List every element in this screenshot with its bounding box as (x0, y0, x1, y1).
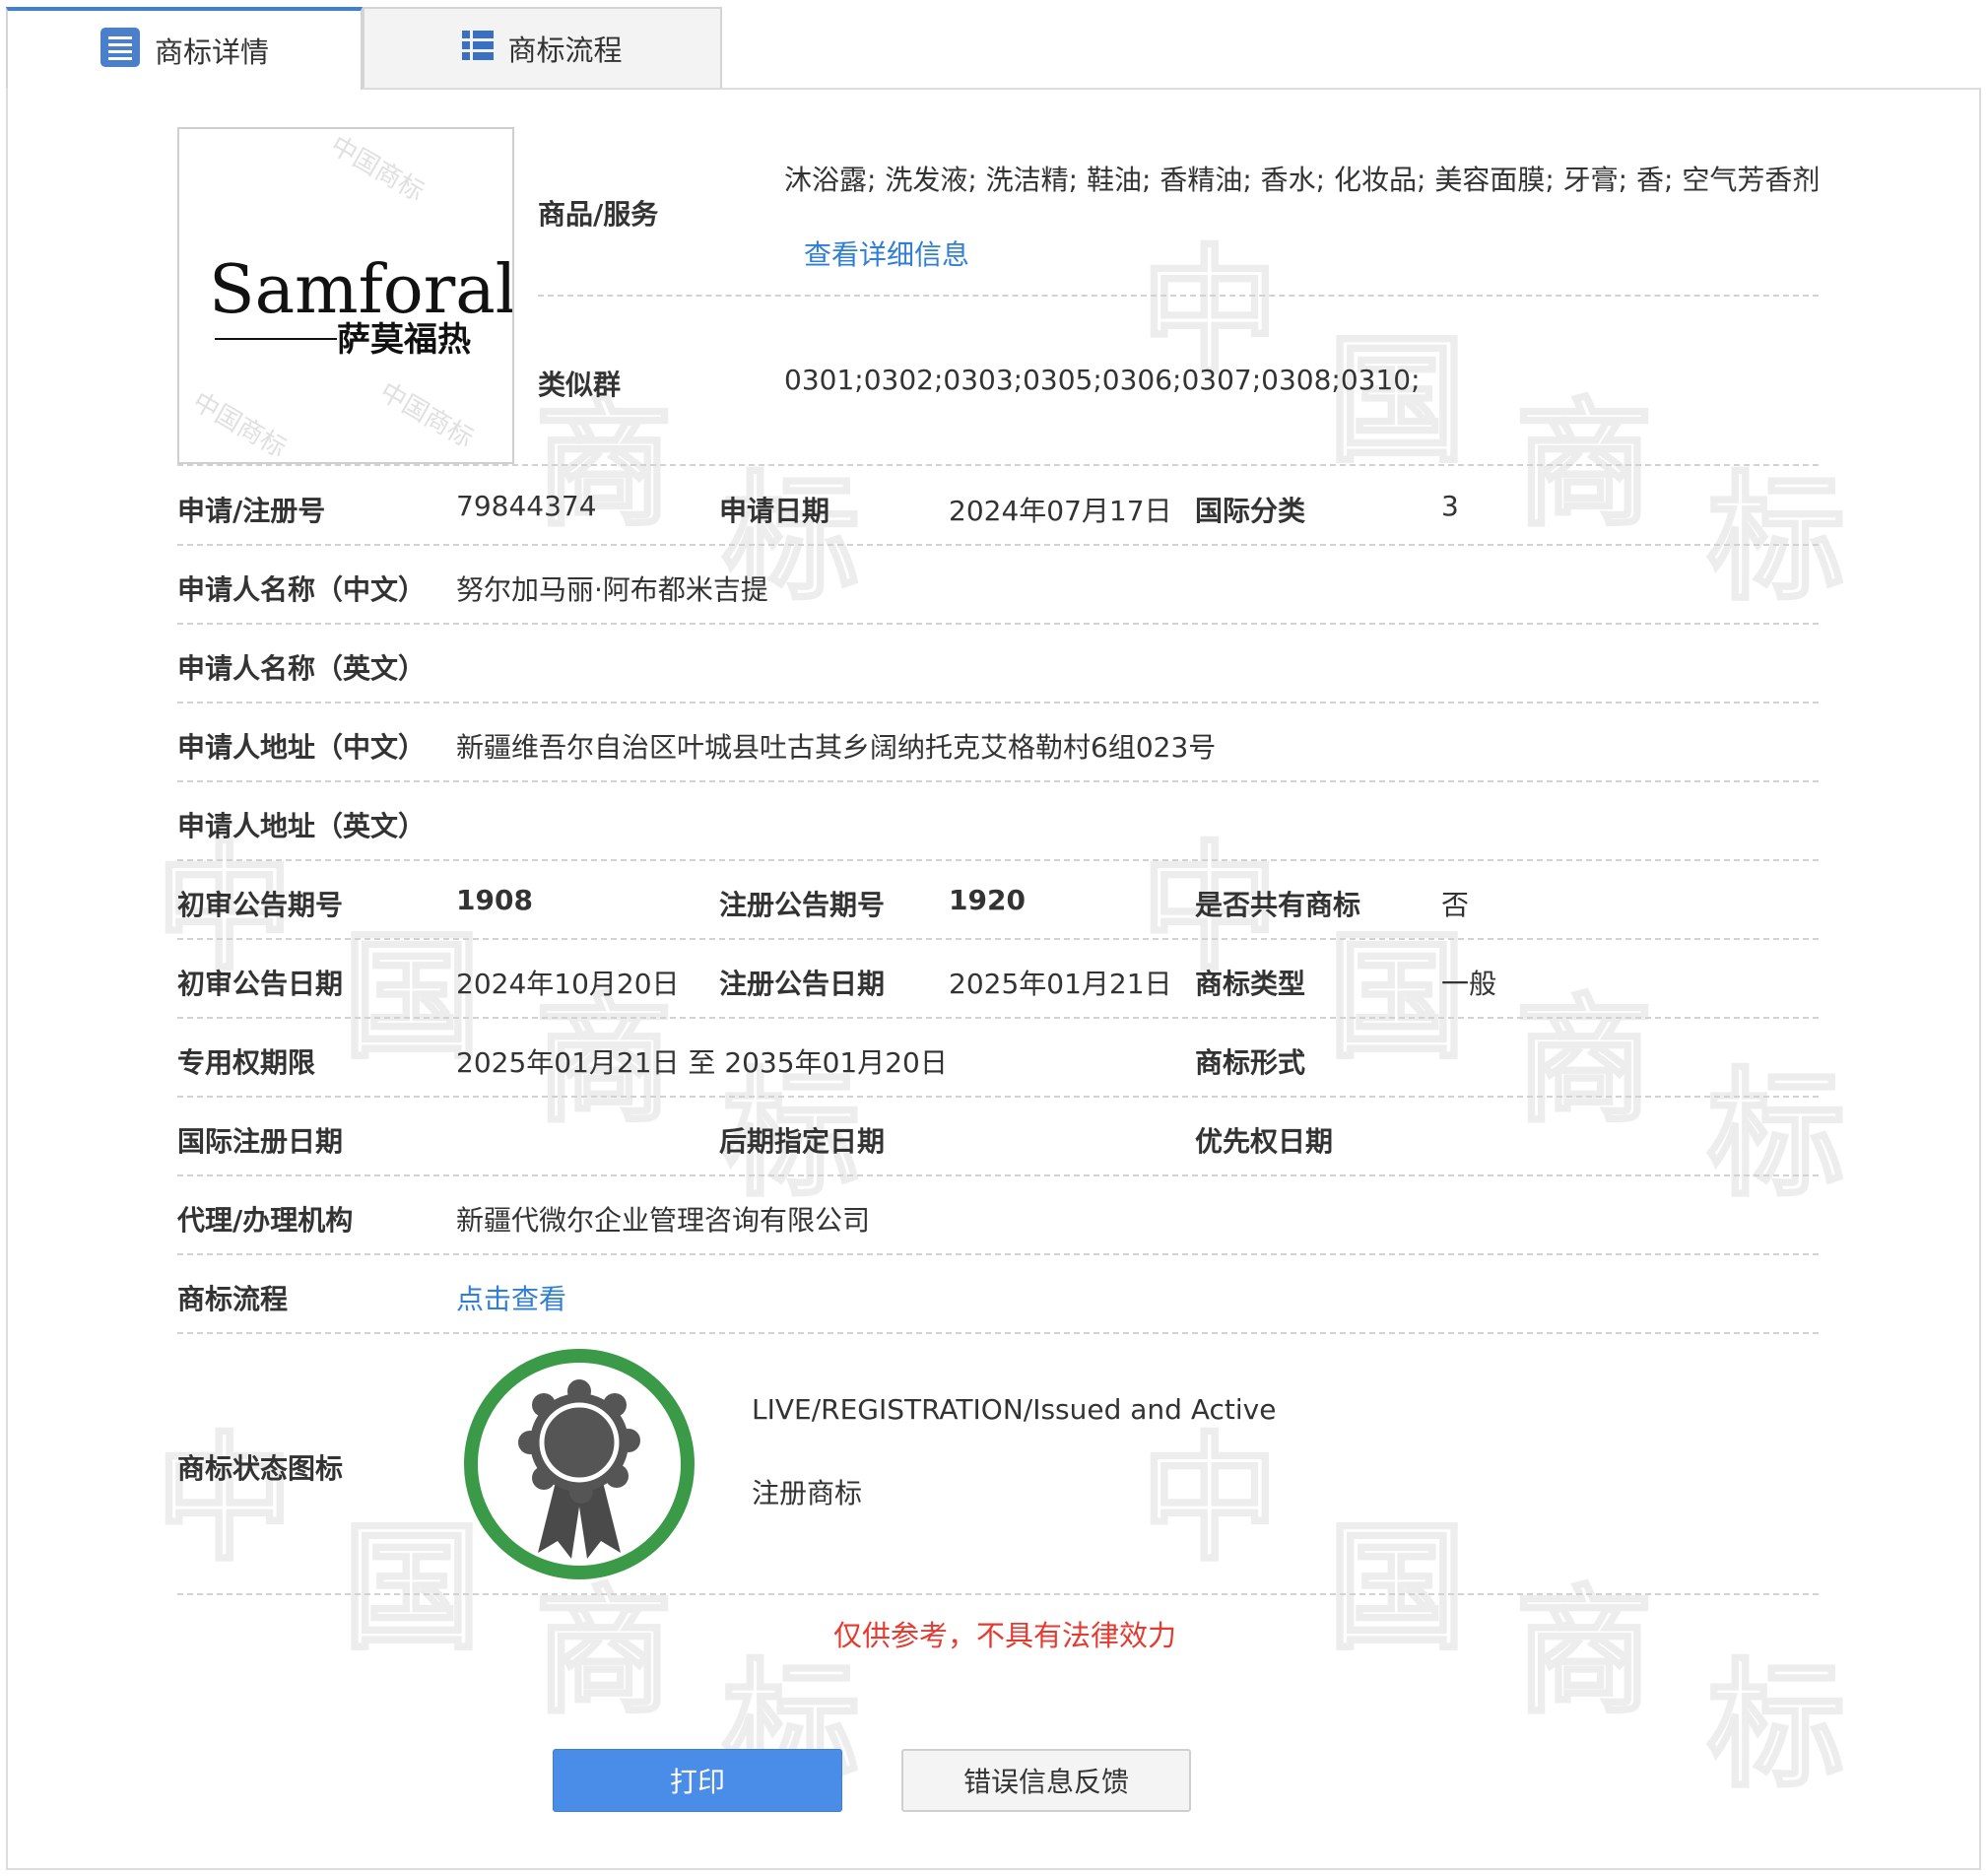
reg-issue-label: 注册公告期号 (719, 889, 886, 921)
agency-value: 新疆代微尔企业管理咨询有限公司 (456, 1204, 871, 1237)
address-en-label: 申请人地址（英文） (177, 810, 427, 842)
tab-trademark-details[interactable]: 商标详情 (6, 7, 363, 90)
shared-label: 是否共有商标 (1195, 889, 1361, 921)
divider (177, 1096, 1819, 1098)
intl-class-value: 3 (1441, 490, 1459, 522)
address-cn-label: 申请人地址（中文） (177, 731, 427, 764)
watermark-char: 标 (1705, 1053, 1846, 1218)
prelim-issue-label: 初审公告期号 (177, 889, 344, 921)
applicant-cn-value: 努尔加马丽·阿布都米吉提 (456, 573, 768, 606)
prelim-date-label: 初审公告日期 (177, 968, 344, 1000)
divider (177, 1174, 1819, 1176)
tm-type-value: 一般 (1441, 968, 1497, 1000)
list-doc-icon (99, 27, 141, 75)
shared-value: 否 (1441, 889, 1470, 921)
divider (177, 938, 1819, 940)
divider (177, 702, 1819, 704)
watermark-char: 国 (1326, 1507, 1467, 1671)
process-view-link[interactable]: 点击查看 (456, 1278, 566, 1317)
priority-date-label: 优先权日期 (1195, 1125, 1334, 1158)
divider (177, 1017, 1819, 1019)
applicant-en-label: 申请人名称（英文） (177, 652, 427, 685)
divider (177, 859, 1819, 861)
status-label: 商标状态图标 (177, 1452, 344, 1485)
watermark-char: 中 (154, 1418, 295, 1582)
list-grid-icon (462, 30, 495, 68)
logo-watermark: 中国商标 (187, 386, 292, 464)
prelim-issue-value: 1908 (456, 884, 533, 916)
agency-label: 代理/办理机构 (177, 1204, 354, 1237)
tab-bar: 商标详情 商标流程 (6, 7, 1981, 90)
feedback-button[interactable]: 错误信息反馈 (901, 1749, 1191, 1812)
goods-value: 沐浴露; 洗发液; 洗洁精; 鞋油; 香精油; 香水; 化妆品; 美容面膜; 牙… (784, 164, 1821, 196)
intl-reg-date-label: 国际注册日期 (177, 1125, 344, 1158)
address-cn-value: 新疆维吾尔自治区叶城县吐古其乡阔纳托克艾格勒村6组023号 (456, 731, 1217, 764)
tab-label: 商标流程 (507, 34, 623, 67)
exclusive-value: 2025年01月21日 至 2035年01月20日 (456, 1046, 948, 1079)
divider (177, 1593, 1819, 1595)
applicant-cn-label: 申请人名称（中文） (177, 573, 427, 606)
reg-date-value: 2025年01月21日 (949, 968, 1172, 1000)
divider (177, 1332, 1819, 1334)
reg-no-value: 79844374 (456, 490, 597, 522)
tab-trademark-process[interactable]: 商标流程 (363, 7, 722, 88)
tab-label: 商标详情 (154, 35, 269, 69)
tm-form-label: 商标形式 (1195, 1046, 1306, 1079)
divider (177, 780, 1819, 782)
print-button[interactable]: 打印 (553, 1749, 842, 1812)
divider (177, 623, 1819, 625)
logo-watermark: 中国商标 (325, 130, 430, 208)
later-date-label: 后期指定日期 (719, 1125, 886, 1158)
watermark-char: 商 (1513, 979, 1654, 1144)
apply-date-value: 2024年07月17日 (949, 495, 1172, 527)
disclaimer-text: 仅供参考，不具有法律效力 (833, 1619, 1177, 1652)
watermark-char: 标 (1705, 1644, 1846, 1809)
registration-badge-icon (459, 1344, 699, 1584)
status-en: LIVE/REGISTRATION/Issued and Active (752, 1393, 1277, 1426)
divider (177, 1253, 1819, 1255)
watermark-char: 商 (1513, 383, 1654, 548)
status-cn: 注册商标 (752, 1477, 863, 1509)
process-label: 商标流程 (177, 1283, 289, 1315)
intl-class-label: 国际分类 (1195, 495, 1306, 527)
watermark-char: 标 (1705, 457, 1846, 622)
goods-label: 商品/服务 (538, 198, 659, 231)
logo-rule (215, 338, 337, 340)
details-panel: 中 国 商 标 商 标 中 国 商 标 中 国 商 标 中 国 商 标 中 国 … (6, 88, 1981, 1870)
reg-issue-value: 1920 (949, 884, 1026, 916)
logo-watermark: 中国商标 (374, 376, 479, 454)
prelim-date-value: 2024年10月20日 (456, 968, 680, 1000)
watermark-char: 商 (1513, 1571, 1654, 1735)
similar-group-label: 类似群 (538, 368, 622, 401)
apply-date-label: 申请日期 (719, 495, 830, 527)
divider (177, 464, 1819, 466)
trademark-image: 中国商标 中国商标 中国商标 Samforal 萨莫福热 (177, 127, 514, 464)
divider (538, 295, 1819, 297)
tm-type-label: 商标类型 (1195, 968, 1306, 1000)
reg-no-label: 申请/注册号 (177, 495, 326, 527)
exclusive-label: 专用权期限 (177, 1046, 316, 1079)
reg-date-label: 注册公告日期 (719, 968, 886, 1000)
divider (177, 544, 1819, 546)
similar-group-value: 0301;0302;0303;0305;0306;0307;0308;0310; (784, 364, 1421, 396)
view-details-link[interactable]: 查看详细信息 (804, 234, 969, 273)
logo-chinese: 萨莫福热 (337, 320, 471, 360)
